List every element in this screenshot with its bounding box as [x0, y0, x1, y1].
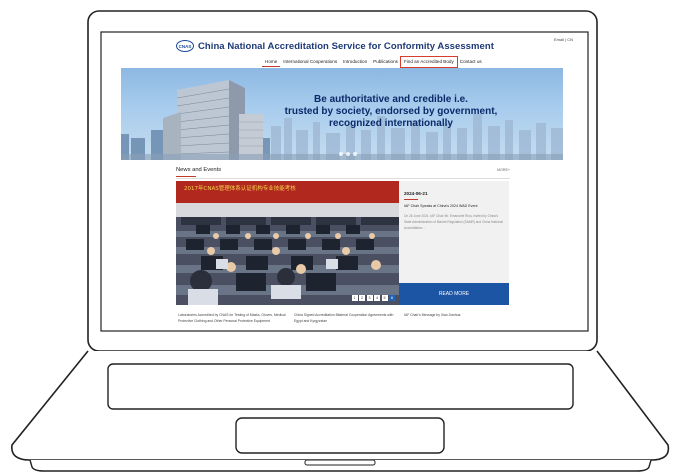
- news-section-title: News and Events: [176, 167, 222, 173]
- news-caption-3[interactable]: IAF Chair's Message by Xiao Jianhua: [404, 312, 504, 318]
- nav-home[interactable]: Home: [262, 57, 281, 67]
- cnas-logo[interactable]: CNAS: [176, 40, 194, 52]
- photo-banner-text: 2017年CNAS管理体系认证机构专业技能考核: [184, 184, 296, 192]
- banner-carousel-dots[interactable]: [339, 152, 357, 156]
- pager-page[interactable]: 4: [374, 295, 380, 301]
- nav-international-cooperations[interactable]: International Cooperations: [280, 57, 340, 67]
- nav-introduction[interactable]: Introduction: [340, 57, 370, 67]
- pager-page[interactable]: 3: [366, 295, 373, 301]
- hero-banner[interactable]: Be authoritative and credible i.e. trust…: [121, 68, 563, 160]
- featured-divider: [404, 199, 418, 200]
- carousel-dot[interactable]: [346, 152, 350, 156]
- exam-hall-image: 2017年CNAS管理体系认证机构专业技能考核: [176, 181, 399, 305]
- news-pager: 1 2 3 4 5 6: [351, 295, 395, 301]
- news-photo[interactable]: 2017年CNAS管理体系认证机构专业技能考核 1 2 3 4 5 6: [176, 181, 399, 305]
- main-nav: Home International Cooperations Introduc…: [262, 56, 485, 68]
- carousel-dot[interactable]: [339, 152, 343, 156]
- top-links[interactable]: Email | CN: [554, 37, 573, 42]
- news-title-underline: [176, 176, 196, 178]
- read-more-button[interactable]: READ MORE: [399, 283, 509, 305]
- nav-publications[interactable]: Publications: [370, 57, 401, 67]
- pager-page[interactable]: 1: [351, 295, 358, 301]
- banner-line-2: trusted by society, endorsed by governme…: [284, 106, 498, 117]
- news-caption-1[interactable]: Laboratories Accredited by CNAS for Test…: [178, 312, 288, 324]
- featured-summary: On 26 June 2024, IAF Chair Mr. Emanuele …: [404, 214, 503, 230]
- browser-screen: Email | CN CNAS China National Accredita…: [102, 33, 587, 330]
- banner-line-1: Be authoritative and credible i.e.: [314, 94, 468, 105]
- banner-line-3: recognized internationally: [329, 118, 453, 129]
- carousel-dot[interactable]: [353, 152, 357, 156]
- site-header: CNAS China National Accreditation Servic…: [176, 40, 494, 52]
- pager-page-active[interactable]: 6: [389, 295, 395, 301]
- news-section-header: News and Events MORE+: [176, 166, 510, 179]
- nav-contact-us[interactable]: Contact us: [457, 57, 485, 67]
- featured-headline[interactable]: IAF Chair Speaks at China's 2024 WAD Eve…: [404, 204, 504, 208]
- featured-date: 2024-06-21: [404, 191, 428, 196]
- pager-page[interactable]: 5: [381, 295, 388, 301]
- news-more-link[interactable]: MORE+: [497, 168, 510, 172]
- pager-page[interactable]: 2: [359, 295, 365, 301]
- site-title[interactable]: China National Accreditation Service for…: [198, 41, 494, 52]
- news-caption-2[interactable]: China Signed Accreditation Bilateral Coo…: [294, 312, 394, 324]
- nav-find-accredited-body[interactable]: Find an Accredited Body: [399, 56, 458, 68]
